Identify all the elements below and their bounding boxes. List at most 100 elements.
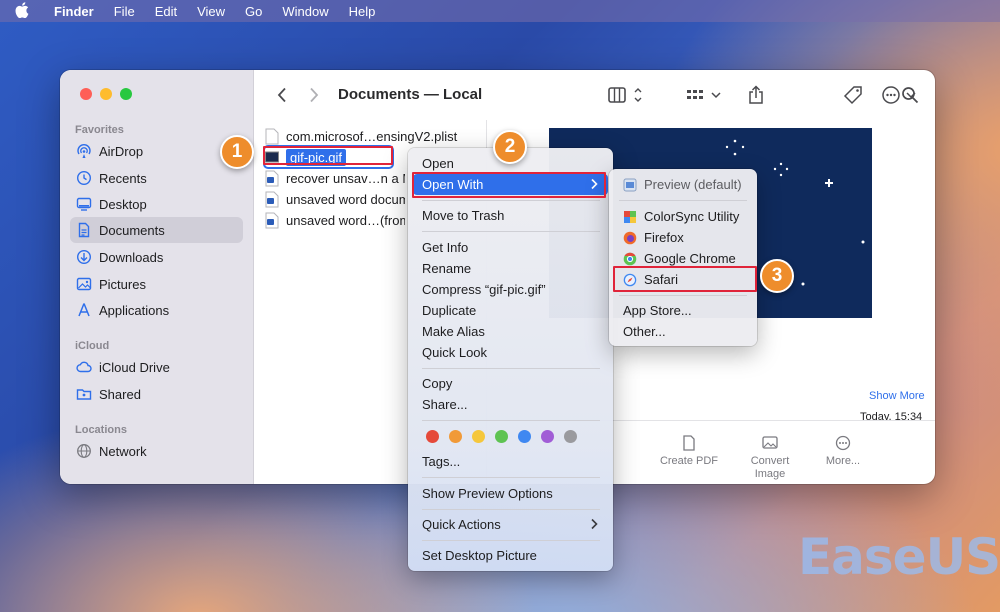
forward-button[interactable] — [305, 84, 323, 106]
menu-separator — [619, 200, 747, 201]
sidebar-heading-locations: Locations — [75, 424, 127, 436]
group-button[interactable] — [685, 84, 725, 106]
show-more-link[interactable]: Show More — [869, 390, 925, 402]
list-item[interactable]: unsaved word docum — [265, 189, 405, 209]
view-mode-button[interactable] — [607, 84, 647, 106]
menu-item-rename[interactable]: Rename — [413, 258, 608, 279]
step-badge-2: 2 — [493, 130, 527, 164]
list-item[interactable]: unsaved word…(from — [265, 210, 405, 230]
tag-blue[interactable] — [518, 430, 531, 443]
apple-icon[interactable] — [0, 1, 44, 21]
menu-item-make-alias[interactable]: Make Alias — [413, 321, 608, 342]
airdrop-icon — [76, 143, 92, 159]
more-action[interactable]: More... — [813, 435, 873, 468]
minimize-window-button[interactable] — [100, 88, 112, 100]
file-name: recover unsav…n a M — [286, 170, 405, 186]
menu-separator — [422, 509, 600, 510]
window-controls — [80, 88, 132, 100]
menu-window[interactable]: Window — [272, 4, 338, 19]
share-button[interactable] — [745, 84, 767, 106]
photo-icon — [76, 276, 92, 292]
context-menu: Open Open With Move to Trash Get Info Re… — [408, 148, 613, 571]
list-item[interactable]: com.microsof…ensingV2.plist — [265, 126, 480, 146]
sidebar-item-shared[interactable]: Shared — [70, 381, 243, 407]
clock-icon — [76, 170, 92, 186]
menu-finder[interactable]: Finder — [44, 4, 104, 19]
menu-item-other[interactable]: Other... — [614, 321, 752, 342]
menu-go[interactable]: Go — [235, 4, 272, 19]
menu-item-move-to-trash[interactable]: Move to Trash — [413, 205, 608, 226]
chevron-right-icon — [591, 518, 598, 530]
tag-icon — [843, 86, 862, 105]
sidebar-item-label: Network — [99, 443, 147, 459]
tag-yellow[interactable] — [472, 430, 485, 443]
app-firefox[interactable]: Firefox — [614, 227, 752, 248]
modified-date: Today, 15:34 — [860, 411, 923, 420]
sidebar-heading-favorites: Favorites — [75, 124, 124, 136]
sidebar-item-network[interactable]: Network — [70, 438, 243, 464]
sidebar-item-airdrop[interactable]: AirDrop — [70, 138, 243, 164]
tag-orange[interactable] — [449, 430, 462, 443]
sidebar: Favorites AirDrop Recents Desktop Docume… — [60, 70, 254, 484]
tag-button[interactable] — [841, 84, 865, 106]
back-button[interactable] — [273, 84, 291, 106]
menu-separator — [422, 368, 600, 369]
menu-item-copy[interactable]: Copy — [413, 373, 608, 394]
menu-help[interactable]: Help — [339, 4, 386, 19]
chrome-app-icon — [623, 252, 637, 265]
menu-item-set-desktop-picture[interactable]: Set Desktop Picture — [413, 545, 608, 566]
menu-item-app-store[interactable]: App Store... — [614, 300, 752, 321]
menu-edit[interactable]: Edit — [145, 4, 187, 19]
image-convert-icon — [762, 436, 778, 449]
convert-image-action[interactable]: Convert Image — [740, 435, 800, 481]
menu-separator — [422, 477, 600, 478]
zoom-window-button[interactable] — [120, 88, 132, 100]
file-name: unsaved word docum — [286, 191, 405, 207]
search-button[interactable] — [899, 84, 921, 106]
create-pdf-action[interactable]: Create PDF — [659, 435, 719, 468]
menu-item-show-preview-options[interactable]: Show Preview Options — [413, 483, 608, 504]
menu-item-compress[interactable]: Compress “gif-pic.gif” — [413, 279, 608, 300]
tag-colors — [426, 430, 577, 443]
menu-view[interactable]: View — [187, 4, 235, 19]
menu-file[interactable]: File — [104, 4, 145, 19]
tag-gray[interactable] — [564, 430, 577, 443]
globe-icon — [76, 443, 92, 459]
menu-separator — [422, 200, 600, 201]
menu-separator — [422, 540, 600, 541]
app-colorsync[interactable]: ColorSync Utility — [614, 206, 752, 227]
sidebar-item-desktop[interactable]: Desktop — [70, 191, 243, 217]
tag-green[interactable] — [495, 430, 508, 443]
sidebar-item-documents[interactable]: Documents — [70, 217, 243, 243]
list-item[interactable]: recover unsav…n a M — [265, 168, 405, 188]
toolbar: Documents — Local — [255, 70, 935, 120]
sidebar-item-recents[interactable]: Recents — [70, 165, 243, 191]
tag-red[interactable] — [426, 430, 439, 443]
sidebar-item-label: Documents — [99, 222, 165, 238]
app-preview[interactable]: Preview (default) — [614, 174, 752, 195]
sidebar-item-label: Desktop — [99, 196, 147, 212]
close-window-button[interactable] — [80, 88, 92, 100]
menu-separator — [422, 420, 600, 421]
menu-item-quick-look[interactable]: Quick Look — [413, 342, 608, 363]
sidebar-item-label: AirDrop — [99, 143, 144, 159]
word-file-icon — [265, 191, 279, 207]
shared-folder-icon — [76, 386, 92, 402]
ellipsis-circle-icon — [835, 435, 851, 451]
menu-item-get-info[interactable]: Get Info — [413, 237, 608, 258]
sidebar-item-downloads[interactable]: Downloads — [70, 244, 243, 270]
menu-item-share[interactable]: Share... — [413, 394, 608, 415]
app-label: Preview (default) — [644, 177, 742, 192]
sidebar-item-pictures[interactable]: Pictures — [70, 271, 243, 297]
easeus-watermark: EaseUS — [798, 528, 1000, 586]
menu-item-tags[interactable]: Tags... — [413, 451, 608, 472]
sidebar-item-applications[interactable]: Applications — [70, 297, 243, 323]
tag-purple[interactable] — [541, 430, 554, 443]
app-label: Firefox — [644, 230, 684, 245]
menu-item-duplicate[interactable]: Duplicate — [413, 300, 608, 321]
file-name: unsaved word…(from — [286, 212, 405, 228]
highlight-selected-file — [263, 146, 393, 165]
firefox-app-icon — [623, 231, 637, 244]
sidebar-item-icloud-drive[interactable]: iCloud Drive — [70, 354, 243, 380]
menu-item-quick-actions[interactable]: Quick Actions — [413, 514, 608, 535]
